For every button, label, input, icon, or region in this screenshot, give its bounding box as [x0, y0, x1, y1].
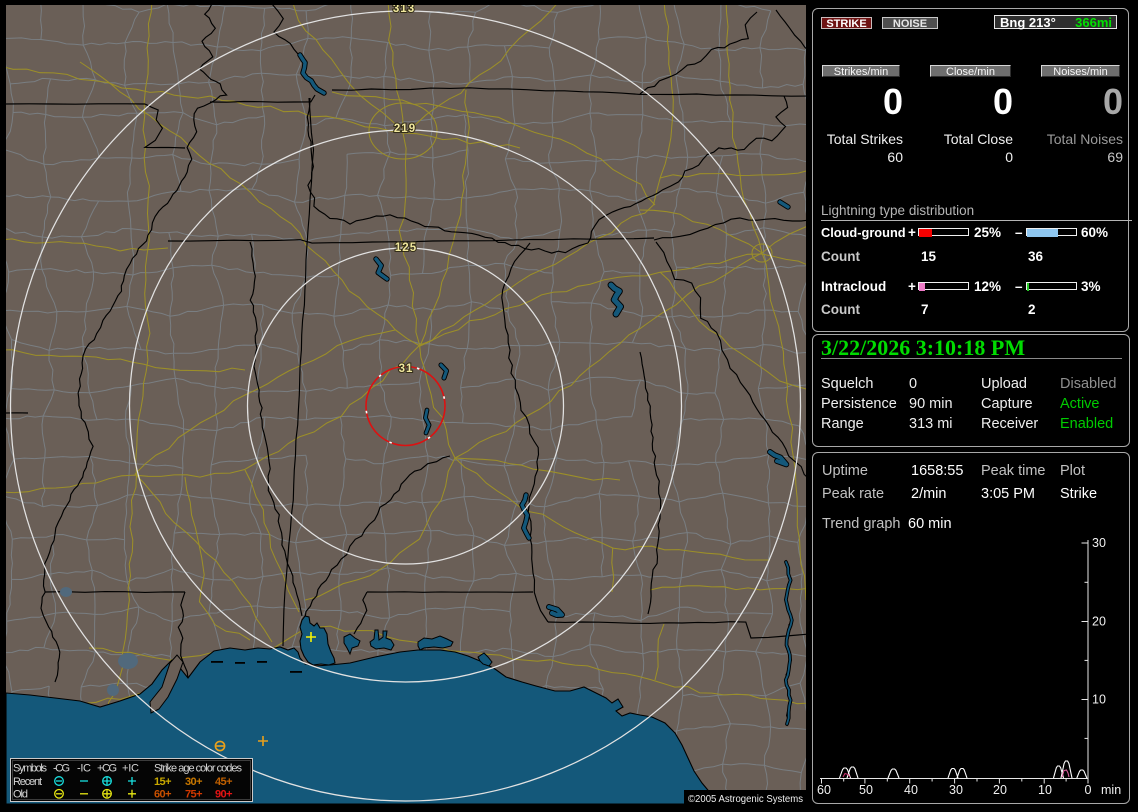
- svg-text:+CG: +CG: [97, 763, 117, 775]
- svg-text:Old: Old: [13, 789, 28, 801]
- svg-text:10: 10: [1038, 783, 1052, 797]
- svg-text:-IC: -IC: [77, 763, 91, 775]
- svg-text:50: 50: [859, 783, 873, 797]
- svg-text:Strike age color codes: Strike age color codes: [154, 763, 243, 775]
- svg-text:Recent: Recent: [13, 776, 42, 788]
- svg-text:60: 60: [817, 783, 831, 797]
- svg-text:60+: 60+: [154, 789, 172, 801]
- svg-text:15+: 15+: [154, 776, 172, 788]
- svg-text:20: 20: [993, 783, 1007, 797]
- svg-text:40: 40: [904, 783, 918, 797]
- svg-text:30: 30: [1092, 536, 1106, 550]
- svg-text:0: 0: [1085, 783, 1092, 797]
- svg-text:31: 31: [399, 363, 414, 375]
- svg-text:+IC: +IC: [122, 763, 139, 775]
- svg-text:90+: 90+: [215, 789, 233, 801]
- svg-text:10: 10: [1092, 693, 1106, 707]
- svg-text:219: 219: [394, 123, 416, 135]
- svg-text:min: min: [1101, 783, 1121, 797]
- svg-text:Symbols: Symbols: [13, 763, 48, 775]
- svg-text:75+: 75+: [185, 789, 203, 801]
- svg-text:30: 30: [949, 783, 963, 797]
- svg-text:20: 20: [1092, 615, 1106, 629]
- svg-text:125: 125: [395, 242, 417, 254]
- svg-text:-CG: -CG: [53, 763, 70, 775]
- svg-text:©2005 Astrogenic Systems: ©2005 Astrogenic Systems: [688, 793, 803, 804]
- svg-text:30+: 30+: [185, 776, 203, 788]
- svg-text:313: 313: [393, 5, 415, 15]
- svg-text:45+: 45+: [215, 776, 233, 788]
